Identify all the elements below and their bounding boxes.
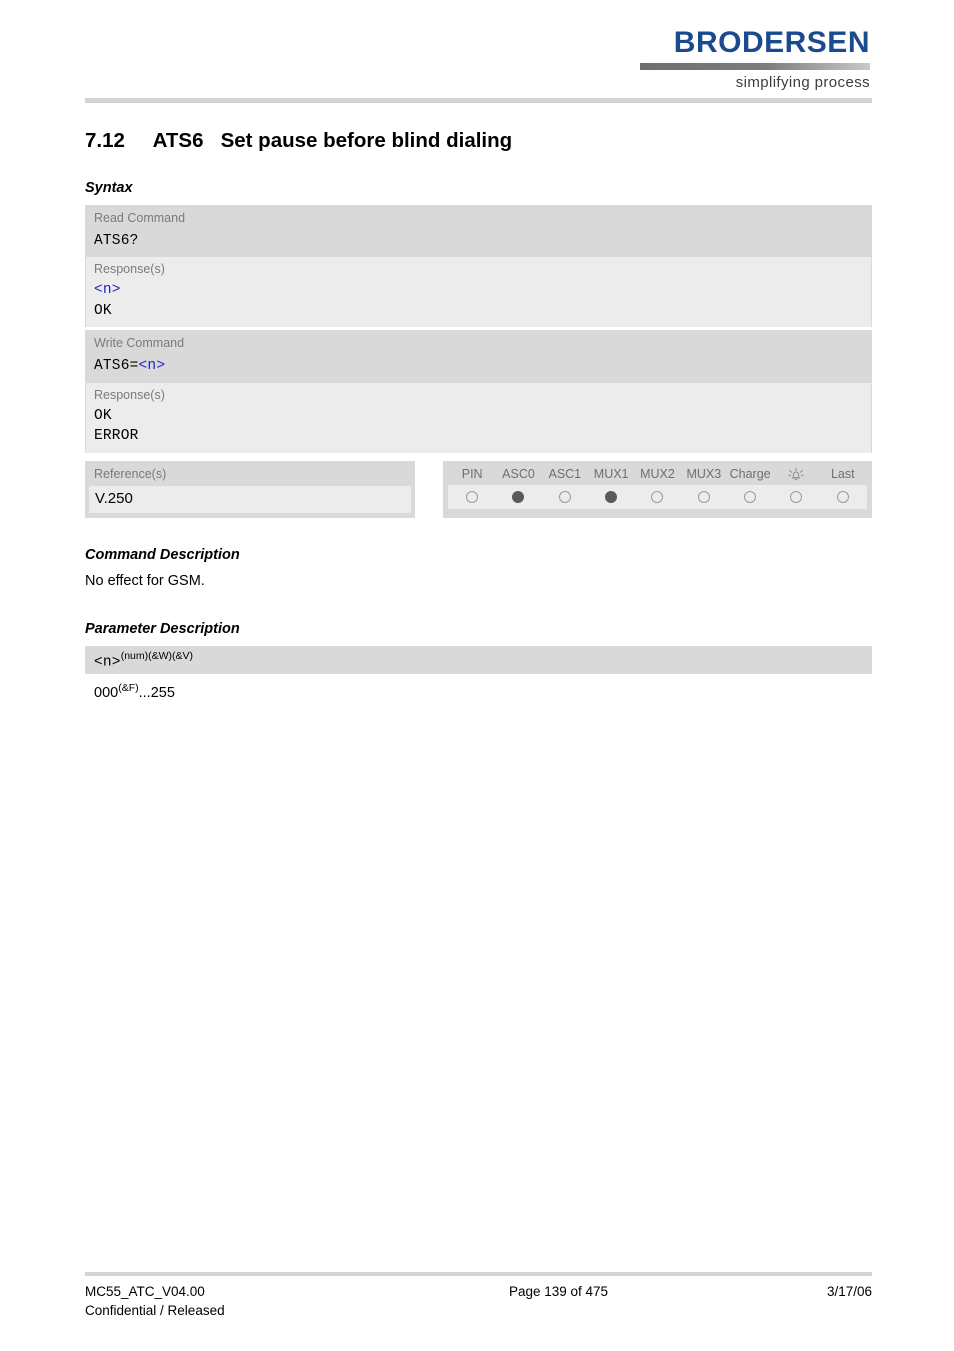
column-header-charge: Charge <box>729 467 771 482</box>
properties-state-row <box>448 485 867 510</box>
state-dot-mux3 <box>697 491 710 504</box>
write-response-label: Response(s) <box>94 387 165 402</box>
footer-document: MC55_ATC_V04.00 <box>85 1284 205 1299</box>
column-header-mux3: MUX3 <box>686 467 722 482</box>
footer-date: 3/17/06 <box>826 1284 872 1299</box>
footer-classification: Confidential / Released <box>85 1303 225 1319</box>
properties-box: PIN ASC0 ASC1 MUX1 MUX2 MUX3 Charge Last <box>443 461 872 519</box>
state-cell-last <box>820 491 866 504</box>
reference-label: Reference(s) <box>94 467 167 482</box>
state-dot-pin <box>466 491 479 504</box>
write-command-code: ATS6=<n> <box>85 354 872 382</box>
heading-syntax: Syntax <box>85 179 133 196</box>
command-description-text: No effect for GSM. <box>85 573 205 590</box>
footer-row: MC55_ATC_V04.00 Page 139 of 475 3/17/06 <box>85 1283 872 1301</box>
read-response-param: <n> <box>94 281 121 298</box>
parameter-value-superscript: (&F) <box>118 682 139 695</box>
write-response-ok: OK <box>94 407 112 424</box>
page-footer: MC55_ATC_V04.00 Page 139 of 475 3/17/06 … <box>85 1272 872 1320</box>
read-command-code: ATS6? <box>94 232 139 249</box>
state-dot-mux1 <box>605 491 618 504</box>
column-header-mux2: MUX2 <box>640 467 675 482</box>
state-dot-alarm <box>790 491 803 504</box>
column-header-pin: PIN <box>461 467 483 482</box>
alarm-icon <box>773 467 819 482</box>
brodersen-logo: BRODERSEN simplifying process <box>640 28 870 91</box>
read-response-label: Response(s) <box>94 261 165 276</box>
properties-header-row: PIN ASC0 ASC1 MUX1 MUX2 MUX3 Charge Last <box>443 461 872 485</box>
state-dot-charge <box>744 491 757 504</box>
write-command-param: <n> <box>138 358 166 375</box>
state-cell-alarm <box>773 491 819 504</box>
state-dot-mux2 <box>651 491 664 504</box>
write-response-panel: Response(s) OK ERROR <box>86 382 871 454</box>
write-command-prefix: ATS6= <box>94 358 139 375</box>
header-divider <box>85 98 872 103</box>
parameter-value-range: 000(&F)...255 <box>85 674 872 703</box>
read-command-group: Read Command ATS6? Response(s) <n> OK <box>85 204 872 328</box>
logo-wordmark: BRODERSEN <box>673 26 870 59</box>
page-header: BRODERSEN simplifying process <box>0 0 954 103</box>
footer-divider <box>85 1272 872 1276</box>
state-cell-asc1 <box>542 491 588 504</box>
state-cell-pin <box>449 491 495 504</box>
parameter-value-rest: ...255 <box>138 684 175 701</box>
write-response-error: ERROR <box>94 428 139 445</box>
state-dot-asc0 <box>512 491 525 504</box>
state-dot-last <box>836 491 849 504</box>
state-cell-mux2 <box>634 491 680 504</box>
page-content: 7.12 ATS6 Set pause before blind dialing… <box>85 128 872 703</box>
parameter-name: <n> <box>94 654 121 671</box>
column-header-asc1: ASC1 <box>548 467 582 482</box>
reference-properties-row: Reference(s) V.250 PIN ASC0 ASC1 MUX1 MU… <box>85 461 872 519</box>
syntax-table: Read Command ATS6? Response(s) <n> OK Wr… <box>85 204 872 519</box>
heading-parameter-description: Parameter Description <box>85 620 240 637</box>
state-dot-asc1 <box>558 491 571 504</box>
logo-divider-bar <box>640 63 870 70</box>
page-title: 7.12 ATS6 Set pause before blind dialing <box>85 129 513 152</box>
column-header-mux1: MUX1 <box>593 467 629 482</box>
state-cell-mux3 <box>681 491 727 504</box>
read-command-label: Read Command <box>94 210 186 225</box>
state-cell-charge <box>727 491 773 504</box>
logo-tagline: simplifying process <box>735 74 870 91</box>
parameter-name-bar: <n>(num)(&W)(&V) <box>85 645 872 675</box>
parameter-name-superscript: (num)(&W)(&V) <box>120 649 194 662</box>
parameter-value-base: 000 <box>94 684 119 701</box>
column-header-asc0: ASC0 <box>502 467 535 482</box>
read-response-panel: Response(s) <n> OK <box>86 256 871 328</box>
read-response-ok: OK <box>94 302 112 319</box>
state-cell-mux1 <box>588 491 634 504</box>
write-command-group: Write Command ATS6=<n> Response(s) OK ER… <box>85 330 872 454</box>
reference-box: Reference(s) V.250 <box>85 461 415 519</box>
heading-command-description: Command Description <box>85 547 240 564</box>
column-header-last: Last <box>830 467 855 482</box>
reference-value: V.250 <box>89 486 411 514</box>
write-command-label: Write Command <box>94 336 185 351</box>
state-cell-asc0 <box>495 491 541 504</box>
footer-page-number: Page 139 of 475 <box>508 1284 609 1299</box>
